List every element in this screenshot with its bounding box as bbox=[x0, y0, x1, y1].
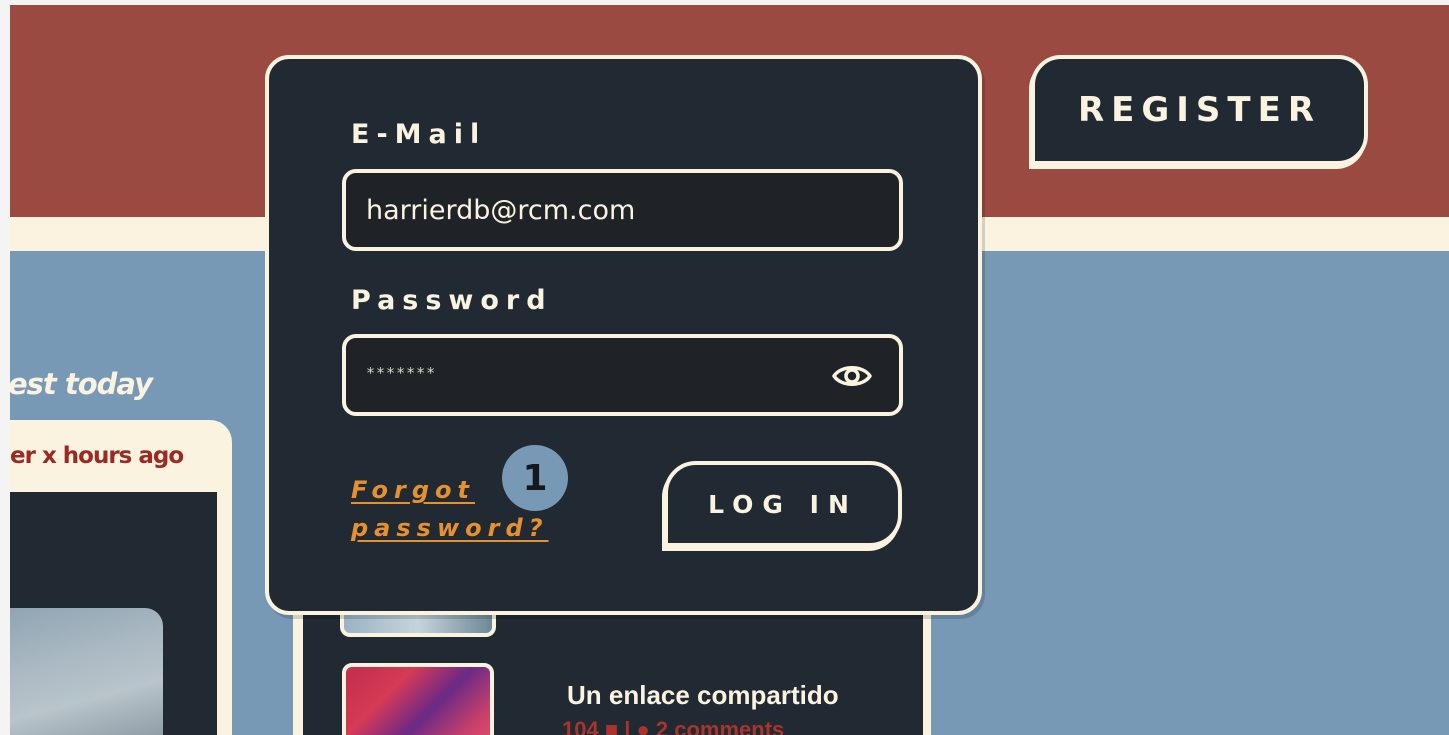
password-label: Password bbox=[351, 285, 553, 316]
feed-item-title[interactable]: Un enlace compartido bbox=[567, 680, 839, 711]
annotation-badge: 1 bbox=[502, 445, 568, 511]
featured-post-image[interactable] bbox=[10, 608, 163, 735]
post-timestamp: er x hours ago bbox=[10, 443, 184, 469]
password-value: ******* bbox=[366, 364, 437, 382]
section-title: est today bbox=[10, 367, 153, 401]
password-field[interactable]: ******* bbox=[342, 334, 903, 416]
login-dropdown-panel: E-Mail harrierdb@rcm.com Password ******… bbox=[265, 55, 982, 615]
feed-item-thumbnail[interactable] bbox=[342, 663, 494, 735]
forgot-link-line-2: password? bbox=[351, 514, 549, 542]
register-button[interactable]: REGISTER bbox=[1031, 55, 1368, 165]
login-button[interactable]: LOG IN bbox=[664, 461, 902, 547]
email-value: harrierdb@rcm.com bbox=[366, 195, 636, 226]
eye-icon[interactable] bbox=[831, 360, 873, 392]
feed-item-meta: 104 ■ | ● 2 comments bbox=[562, 717, 785, 735]
email-label: E-Mail bbox=[351, 119, 487, 150]
email-field[interactable]: harrierdb@rcm.com bbox=[342, 169, 903, 251]
